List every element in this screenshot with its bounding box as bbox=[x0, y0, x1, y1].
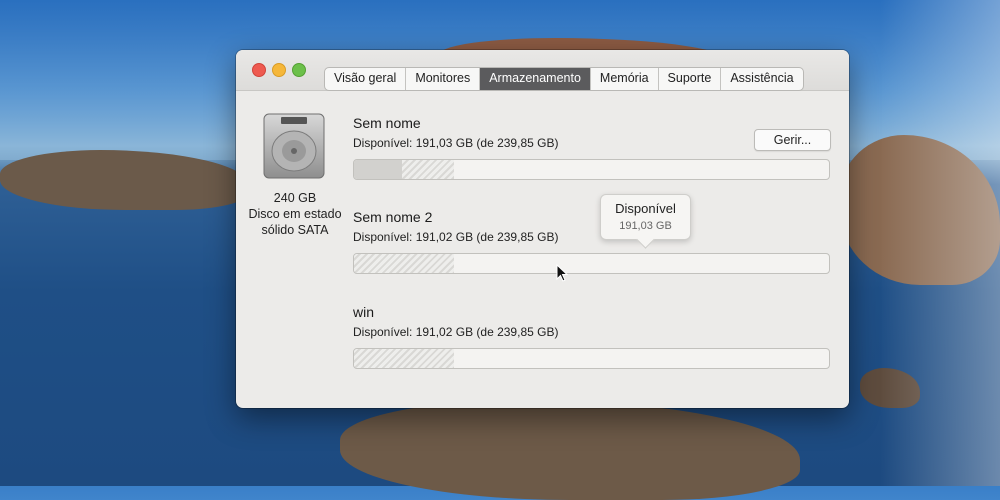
volume-available: Disponível: 191,02 GB (de 239,85 GB) bbox=[353, 230, 559, 244]
volume-0: Sem nome Disponível: 191,03 GB (de 239,8… bbox=[353, 115, 831, 180]
screen-glare bbox=[880, 0, 1000, 486]
hard-drive-icon bbox=[263, 113, 325, 179]
tab-visao-geral[interactable]: Visão geral bbox=[325, 68, 407, 90]
volume-name: Sem nome bbox=[353, 115, 421, 131]
disk-caption: 240 GB Disco em estado sólido SATA bbox=[241, 190, 349, 238]
volume-available: Disponível: 191,03 GB (de 239,85 GB) bbox=[353, 136, 559, 150]
titlebar: Visão geral Monitores Armazenamento Memó… bbox=[236, 50, 849, 91]
desktop-island-bottom bbox=[340, 400, 800, 500]
mouse-pointer-icon bbox=[556, 264, 568, 282]
disk-type-line2: sólido SATA bbox=[261, 223, 329, 237]
storage-bar[interactable] bbox=[353, 159, 830, 180]
minimize-button[interactable] bbox=[272, 63, 286, 77]
storage-other-segment bbox=[354, 349, 454, 368]
available-tooltip: Disponível 191,03 GB bbox=[600, 194, 691, 249]
tab-bar: Visão geral Monitores Armazenamento Memó… bbox=[324, 67, 804, 91]
zoom-button[interactable] bbox=[292, 63, 306, 77]
storage-other-segment bbox=[354, 254, 454, 273]
volume-2: win Disponível: 191,02 GB (de 239,85 GB) bbox=[353, 304, 831, 369]
storage-used-segment bbox=[354, 160, 402, 179]
volume-available: Disponível: 191,02 GB (de 239,85 GB) bbox=[353, 325, 559, 339]
storage-bar[interactable] bbox=[353, 348, 830, 369]
storage-bar[interactable] bbox=[353, 253, 830, 274]
volume-name: win bbox=[353, 304, 375, 320]
tab-memoria[interactable]: Memória bbox=[591, 68, 659, 90]
tab-suporte[interactable]: Suporte bbox=[659, 68, 722, 90]
close-button[interactable] bbox=[252, 63, 266, 77]
about-this-mac-window: Visão geral Monitores Armazenamento Memó… bbox=[236, 50, 849, 408]
tab-monitores[interactable]: Monitores bbox=[406, 68, 481, 90]
disk-type-line1: Disco em estado bbox=[248, 207, 342, 221]
tooltip-title: Disponível bbox=[615, 201, 676, 216]
volume-name: Sem nome 2 bbox=[353, 209, 433, 225]
tab-armazenamento[interactable]: Armazenamento bbox=[480, 68, 591, 90]
tab-assistencia[interactable]: Assistência bbox=[721, 68, 802, 90]
disk-size: 240 GB bbox=[273, 191, 317, 205]
volume-1: Sem nome 2 Disponível: 191,02 GB (de 239… bbox=[353, 209, 831, 274]
storage-other-segment bbox=[401, 160, 454, 179]
